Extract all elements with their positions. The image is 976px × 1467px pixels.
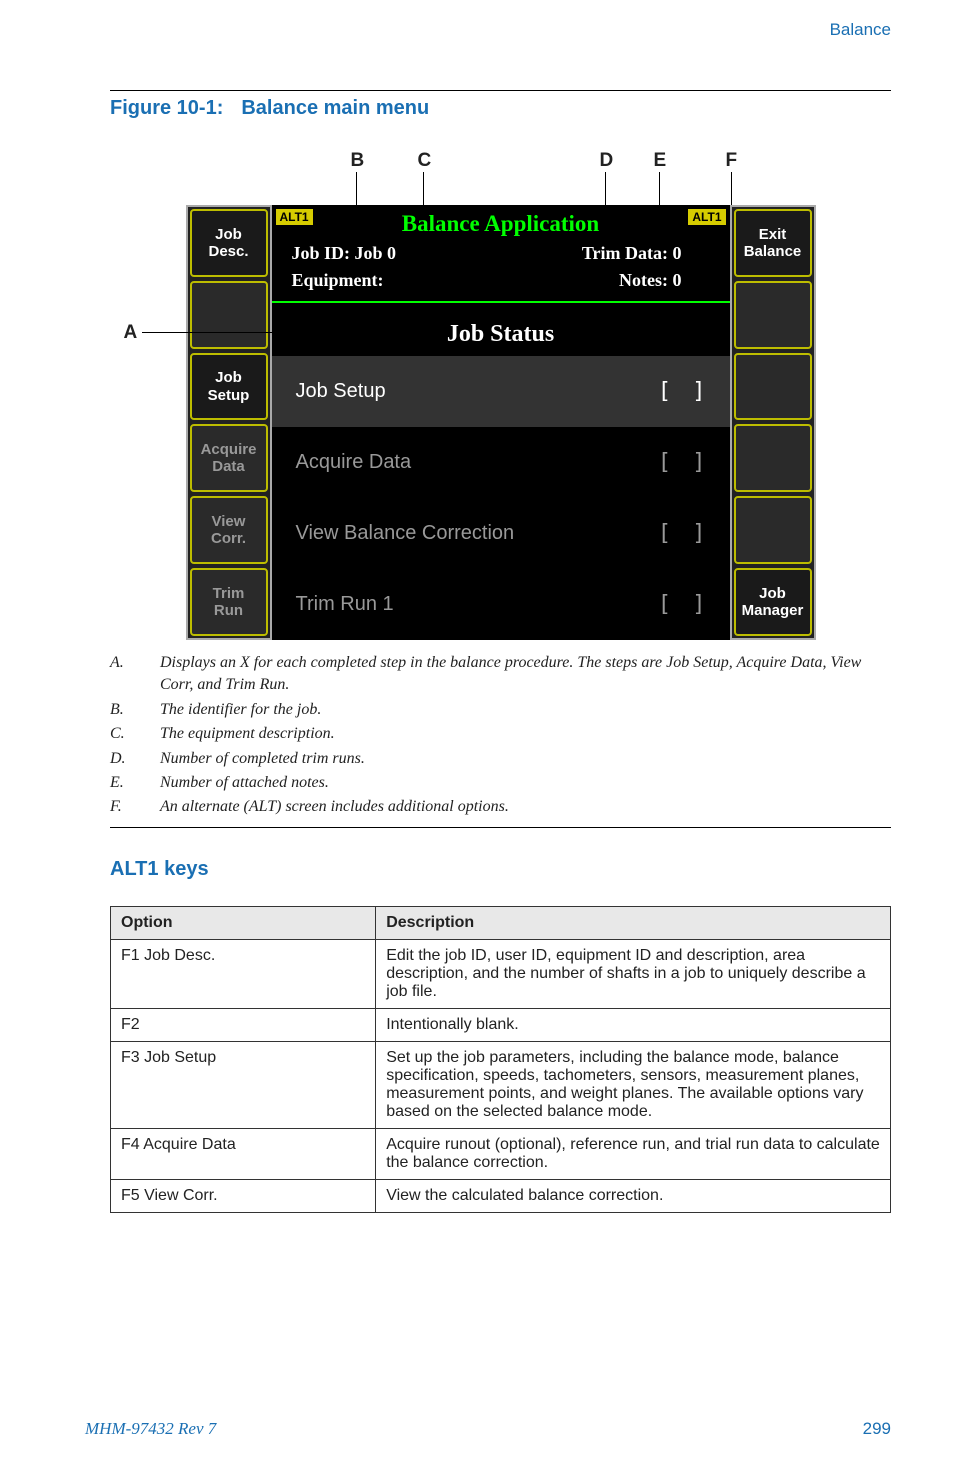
left-softkeys: Job Desc. Job Setup Acquire Data View Co… — [186, 205, 272, 640]
figure-rule-top — [110, 90, 891, 91]
legend-letter-D: D. — [110, 748, 160, 770]
softkey-job-manager[interactable]: Job Manager — [734, 568, 812, 636]
device-screen: Job Desc. Job Setup Acquire Data View Co… — [186, 205, 816, 640]
softkey-right-5[interactable] — [734, 496, 812, 564]
status-mark: [ ] — [658, 379, 710, 404]
cell-option: F3 Job Setup — [111, 1041, 376, 1128]
status-acquire-data[interactable]: Acquire Data [ ] — [272, 427, 730, 498]
legend-letter-C: C. — [110, 723, 160, 745]
figure-title-text: Balance main menu — [241, 97, 429, 119]
table-row: F2Intentionally blank. — [111, 1008, 891, 1041]
doc-id: MHM-97432 Rev 7 — [85, 1419, 216, 1439]
alt-chip-right: ALT1 — [688, 209, 725, 225]
status-mark: [ ] — [658, 592, 710, 617]
softkey-exit-balance[interactable]: Exit Balance — [734, 209, 812, 277]
softkey-right-4[interactable] — [734, 424, 812, 492]
cell-option: F5 View Corr. — [111, 1179, 376, 1212]
legend-text-A: Displays an X for each completed step in… — [160, 652, 891, 697]
softkey-right-3[interactable] — [734, 353, 812, 421]
col-description: Description — [376, 906, 891, 939]
status-mark: [ ] — [658, 521, 710, 546]
figure-legend: A.Displays an X for each completed step … — [110, 652, 891, 819]
legend-letter-A: A. — [110, 652, 160, 697]
header-section-title: Balance — [110, 20, 891, 40]
callout-A: A — [124, 322, 138, 344]
alt1-heading: ALT1 keys — [110, 858, 891, 881]
cell-option: F4 Acquire Data — [111, 1128, 376, 1179]
legend-letter-E: E. — [110, 772, 160, 794]
cell-desc: Set up the job parameters, including the… — [376, 1041, 891, 1128]
job-status-heading: Job Status — [272, 303, 730, 356]
table-row: F5 View Corr.View the calculated balance… — [111, 1179, 891, 1212]
status-label: Trim Run 1 — [296, 593, 394, 616]
trim-value: 0 — [673, 243, 682, 263]
softkey-job-setup[interactable]: Job Setup — [190, 353, 268, 421]
alt-chip-left: ALT1 — [276, 209, 313, 225]
cell-option: F1 Job Desc. — [111, 939, 376, 1008]
legend-text-B: The identifier for the job. — [160, 699, 321, 721]
cell-desc: View the calculated balance correction. — [376, 1179, 891, 1212]
softkey-job-desc[interactable]: Job Desc. — [190, 209, 268, 277]
table-row: F4 Acquire DataAcquire runout (optional)… — [111, 1128, 891, 1179]
softkey-view-corr[interactable]: View Corr. — [190, 496, 268, 564]
col-option: Option — [111, 906, 376, 939]
device-center: ALT1 ALT1 Balance Application Job ID: Jo… — [272, 205, 730, 640]
trim-label: Trim Data: — [582, 243, 668, 263]
alt1-keys-table: Option Description F1 Job Desc.Edit the … — [110, 906, 891, 1213]
notes-label: Notes: — [619, 270, 668, 290]
figure-title: Figure 10-1: Balance main menu — [110, 97, 891, 120]
cell-option: F2 — [111, 1008, 376, 1041]
legend-text-D: Number of completed trim runs. — [160, 748, 365, 770]
legend-text-C: The equipment description. — [160, 723, 335, 745]
callout-labels-top: B C D E F — [186, 150, 816, 205]
table-row: F3 Job SetupSet up the job parameters, i… — [111, 1041, 891, 1128]
cell-desc: Intentionally blank. — [376, 1008, 891, 1041]
figure-rule-bottom — [110, 827, 891, 828]
callout-D: D — [600, 150, 614, 172]
status-job-setup[interactable]: Job Setup [ ] — [272, 356, 730, 427]
page-number: 299 — [863, 1419, 891, 1439]
status-list: Job Setup [ ] Acquire Data [ ] View Bala… — [272, 356, 730, 640]
status-label: Job Setup — [296, 380, 386, 403]
callout-C: C — [418, 150, 432, 172]
status-label: Acquire Data — [296, 451, 412, 474]
callout-E: E — [654, 150, 667, 172]
softkey-right-2[interactable] — [734, 281, 812, 349]
legend-text-E: Number of attached notes. — [160, 772, 329, 794]
right-softkeys: Exit Balance Job Manager — [730, 205, 816, 640]
status-view-balance-correction[interactable]: View Balance Correction [ ] — [272, 498, 730, 569]
cell-desc: Edit the job ID, user ID, equipment ID a… — [376, 939, 891, 1008]
status-mark: [ ] — [658, 450, 710, 475]
cell-desc: Acquire runout (optional), reference run… — [376, 1128, 891, 1179]
legend-letter-F: F. — [110, 796, 160, 818]
status-trim-run-1[interactable]: Trim Run 1 [ ] — [272, 569, 730, 640]
page-footer: MHM-97432 Rev 7 299 — [85, 1419, 891, 1439]
legend-letter-B: B. — [110, 699, 160, 721]
figure-container: B C D E F A Job Desc. Job S — [110, 150, 891, 640]
legend-text-F: An alternate (ALT) screen includes addit… — [160, 796, 509, 818]
softkey-trim-run[interactable]: Trim Run — [190, 568, 268, 636]
figure-label: Figure 10-1: — [110, 97, 223, 119]
softkey-acquire-data[interactable]: Acquire Data — [190, 424, 268, 492]
callout-F: F — [726, 150, 738, 172]
notes-value: 0 — [673, 270, 682, 290]
status-label: View Balance Correction — [296, 522, 515, 545]
table-row: F1 Job Desc.Edit the job ID, user ID, eq… — [111, 939, 891, 1008]
job-id-value: Job 0 — [355, 243, 397, 263]
callout-B: B — [351, 150, 365, 172]
softkey-left-2[interactable] — [190, 281, 268, 349]
job-id-label: Job ID: — [292, 243, 351, 263]
equipment-label: Equipment: — [292, 270, 384, 290]
app-title: Balance Application — [280, 209, 722, 237]
